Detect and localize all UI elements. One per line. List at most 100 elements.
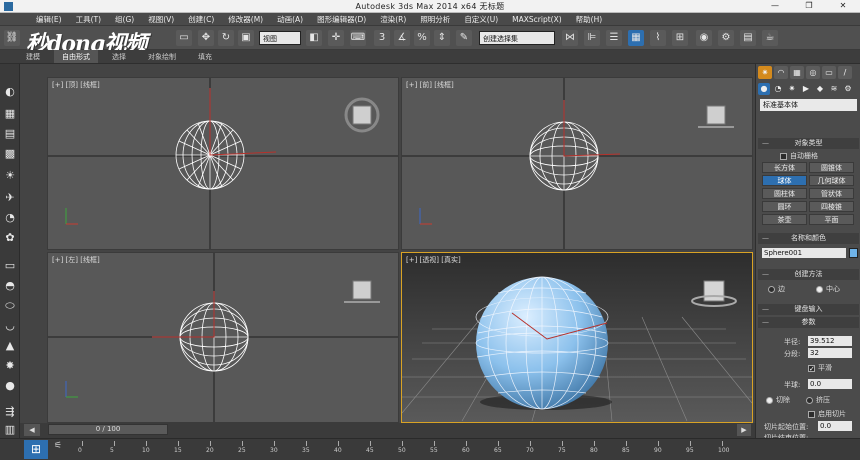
parameters-rollout[interactable]: 参数 bbox=[758, 317, 859, 328]
helpers-icon[interactable]: ◆ bbox=[814, 83, 826, 95]
object-name-field[interactable]: Sphere001 bbox=[762, 248, 846, 258]
viewport-perspective-label[interactable]: [+] [透视] [真实] bbox=[406, 255, 461, 265]
align-icon[interactable]: ⊫ bbox=[584, 30, 600, 46]
render-teapot-icon[interactable]: ☕ bbox=[762, 30, 778, 46]
slice-from-field[interactable]: 0.0 bbox=[818, 421, 852, 431]
spinner-snap-icon[interactable]: ⇕ bbox=[434, 30, 450, 46]
pyramid-button[interactable]: 四棱锥 bbox=[809, 201, 854, 212]
torus-button[interactable]: 圆环 bbox=[762, 201, 807, 212]
sphere-button[interactable]: 球体 bbox=[762, 175, 807, 186]
plane-button[interactable]: 平面 bbox=[809, 214, 854, 225]
bowl-icon[interactable]: ◡ bbox=[2, 318, 18, 334]
scene-explorer-icon[interactable]: ▦ bbox=[628, 30, 644, 46]
cone-icon[interactable]: ▲ bbox=[2, 338, 18, 354]
teapot-tool-icon[interactable]: ◐ bbox=[2, 84, 18, 100]
snap-3-icon[interactable]: 3 bbox=[374, 30, 390, 46]
star-icon[interactable]: ✸ bbox=[2, 358, 18, 374]
angle-snap-icon[interactable]: ∡ bbox=[394, 30, 410, 46]
percent-snap-icon[interactable]: % bbox=[414, 30, 430, 46]
menu-tools[interactable]: 工具(T) bbox=[70, 13, 107, 25]
menu-lighting-analysis[interactable]: 照明分析 bbox=[414, 13, 456, 25]
hemisphere-field[interactable]: 0.0 bbox=[808, 379, 852, 389]
keyboard-entry-rollout[interactable]: 键盘输入 bbox=[758, 304, 859, 315]
menu-customize[interactable]: 自定义(U) bbox=[458, 13, 504, 25]
squash-radio[interactable]: 挤压 bbox=[806, 395, 830, 405]
geometry-icon[interactable]: ● bbox=[758, 83, 770, 95]
creation-center-radio[interactable]: 中心 bbox=[816, 284, 840, 294]
menu-maxscript[interactable]: MAXScript(X) bbox=[506, 13, 567, 25]
helper-icon[interactable]: ◔ bbox=[2, 210, 18, 226]
box-icon[interactable]: ▭ bbox=[2, 258, 18, 274]
viewport-perspective[interactable]: [+] [透视] [真实] bbox=[401, 252, 753, 423]
pivot-icon[interactable]: ◧ bbox=[306, 30, 322, 46]
radius-field[interactable]: 39.512 bbox=[808, 336, 852, 346]
scroll-icon[interactable]: ⇶ bbox=[2, 404, 18, 420]
select-region-icon[interactable]: ▭ bbox=[176, 30, 192, 46]
menu-graph-editors[interactable]: 图形编辑器(D) bbox=[311, 13, 372, 25]
track-bar[interactable]: ⊞ ⚟ 0 5 10 15 20 25 30 35 40 45 50 55 60 65 70 75 80 85 90… bbox=[0, 438, 860, 460]
schematic-view-icon[interactable]: ⊞ bbox=[672, 30, 688, 46]
geosphere-button[interactable]: 几何球体 bbox=[809, 175, 854, 186]
ribbon-tab-object-paint[interactable]: 对象绘制 bbox=[140, 50, 184, 63]
shapes-icon[interactable]: ◔ bbox=[772, 83, 784, 95]
maximize-button[interactable]: ❐ bbox=[792, 0, 826, 13]
tube-button[interactable]: 管状体 bbox=[809, 188, 854, 199]
time-slider[interactable]: 0 / 100 bbox=[48, 424, 168, 435]
slice-on-checkbox[interactable]: 启用切片 bbox=[808, 409, 846, 419]
cone-button[interactable]: 圆锥体 bbox=[809, 162, 854, 173]
viewport-left[interactable]: [+] [左] [线框] bbox=[47, 252, 399, 423]
category-dropdown[interactable]: 标准基本体 bbox=[760, 99, 857, 111]
teapot-button[interactable]: 茶壶 bbox=[762, 214, 807, 225]
viewport-front-label[interactable]: [+] [前] [线框] bbox=[406, 80, 454, 90]
named-selection-icon[interactable]: ✎ bbox=[456, 30, 472, 46]
sphere-icon[interactable]: ● bbox=[2, 378, 18, 394]
object-type-rollout[interactable]: 对象类型 bbox=[758, 138, 859, 149]
menu-create[interactable]: 创建(C) bbox=[182, 13, 220, 25]
material-editor-icon[interactable]: ◉ bbox=[696, 30, 712, 46]
viewport-top-label[interactable]: [+] [顶] [线框] bbox=[52, 80, 100, 90]
minimize-button[interactable]: — bbox=[758, 0, 792, 13]
ribbon-tab-selection[interactable]: 选择 bbox=[104, 50, 134, 63]
layer-manager-icon[interactable]: ☰ bbox=[606, 30, 622, 46]
menu-views[interactable]: 视图(V) bbox=[142, 13, 180, 25]
keyboard-shortcut-icon[interactable]: ⌨ bbox=[350, 30, 366, 46]
chop-radio[interactable]: 切除 bbox=[766, 395, 790, 405]
move-icon[interactable]: ✥ bbox=[198, 30, 214, 46]
box-button[interactable]: 长方体 bbox=[762, 162, 807, 173]
autogrid-checkbox[interactable]: 自动栅格 bbox=[780, 151, 818, 161]
menu-animation[interactable]: 动画(A) bbox=[271, 13, 309, 25]
viewport-front[interactable]: [+] [前] [线框] bbox=[401, 77, 753, 250]
layers-icon[interactable]: ▦ bbox=[2, 106, 18, 122]
scene-list-icon[interactable]: ▤ bbox=[2, 126, 18, 142]
segments-field[interactable]: 32 bbox=[808, 348, 852, 358]
systems-icon[interactable]: ⚙ bbox=[842, 83, 854, 95]
viewport-top[interactable]: [+] [顶] [线框] bbox=[47, 77, 399, 250]
creation-method-rollout[interactable]: 创建方法 bbox=[758, 269, 859, 280]
timeline-prev-icon[interactable]: ◀ bbox=[24, 424, 40, 436]
cameras-icon[interactable]: ▶ bbox=[800, 83, 812, 95]
hierarchy-tab-icon[interactable]: ▦ bbox=[790, 66, 804, 79]
select-manipulate-icon[interactable]: ✛ bbox=[328, 30, 344, 46]
timeline-next-icon[interactable]: ▶ bbox=[737, 424, 751, 436]
link-icon[interactable]: ⛓ bbox=[4, 30, 20, 46]
creation-edge-radio[interactable]: 边 bbox=[768, 284, 785, 294]
lights-icon[interactable]: ✷ bbox=[786, 83, 798, 95]
particle-icon[interactable]: ✿ bbox=[2, 230, 18, 246]
menu-edit[interactable]: 编辑(E) bbox=[30, 13, 68, 25]
light-icon[interactable]: ☀ bbox=[2, 168, 18, 184]
ribbon-tab-modeling[interactable]: 建模 bbox=[18, 50, 48, 63]
curve-editor-icon[interactable]: ⌇ bbox=[650, 30, 666, 46]
mini-curve-editor-icon[interactable]: ⊞ bbox=[24, 440, 48, 459]
named-selection-set[interactable]: 创建选择集 bbox=[479, 31, 555, 45]
name-color-rollout[interactable]: 名称和颜色 bbox=[758, 233, 859, 244]
reference-coord-select[interactable]: 视图 bbox=[259, 31, 301, 45]
menu-modifiers[interactable]: 修改器(M) bbox=[222, 13, 269, 25]
space-warps-icon[interactable]: ≋ bbox=[828, 83, 840, 95]
filter-icon[interactable]: ⚟ bbox=[54, 441, 64, 451]
mirror-icon[interactable]: ⋈ bbox=[562, 30, 578, 46]
cylinder-icon[interactable]: ⬭ bbox=[2, 298, 18, 314]
rotate-icon[interactable]: ↻ bbox=[218, 30, 234, 46]
smooth-checkbox[interactable]: ✓ 平滑 bbox=[808, 363, 832, 373]
camera-icon[interactable]: ✈ bbox=[2, 190, 18, 206]
rendered-frame-icon[interactable]: ▤ bbox=[740, 30, 756, 46]
